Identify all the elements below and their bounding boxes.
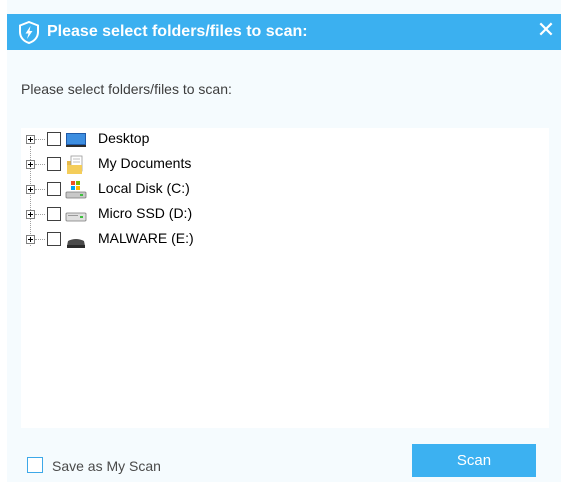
tree-item-malware-e[interactable]: MALWARE (E:) <box>21 228 549 253</box>
shield-icon <box>19 21 39 44</box>
system-drive-icon <box>65 181 87 199</box>
tree-item-label[interactable]: Local Disk (C:) <box>98 180 190 196</box>
title-bar: Please select folders/files to scan: ✕ <box>7 14 561 50</box>
tree-item-micro-ssd-d[interactable]: Micro SSD (D:) <box>21 203 549 228</box>
dialog-title: Please select folders/files to scan: <box>47 23 308 40</box>
documents-folder-icon <box>67 155 83 174</box>
tree-item-checkbox[interactable] <box>47 182 61 196</box>
tree-item-label[interactable]: Micro SSD (D:) <box>98 205 192 221</box>
usb-drive-icon <box>67 239 85 248</box>
tree-item-checkbox[interactable] <box>47 157 61 171</box>
tree-connector <box>35 164 45 165</box>
tree-connector <box>35 139 45 140</box>
desktop-icon <box>66 133 86 147</box>
tree-item-checkbox[interactable] <box>47 207 61 221</box>
tree-connector <box>35 214 45 215</box>
tree-item-checkbox[interactable] <box>47 232 61 246</box>
tree-item-my-documents[interactable]: My Documents <box>21 153 549 178</box>
tree-item-label[interactable]: MALWARE (E:) <box>98 230 194 246</box>
tree-item-desktop[interactable]: Desktop <box>21 128 549 246</box>
removable-drive-icon <box>65 212 87 222</box>
expand-toggle-icon[interactable] <box>26 235 35 244</box>
expand-toggle-icon[interactable] <box>26 185 35 194</box>
expand-toggle-icon[interactable] <box>26 160 35 169</box>
tree-connector <box>35 189 45 190</box>
save-as-my-scan-checkbox[interactable] <box>27 457 43 473</box>
tree-item-label[interactable]: My Documents <box>98 155 191 171</box>
tree-item-checkbox[interactable] <box>47 132 61 146</box>
scan-dialog: Please select folders/files to scan: ✕ P… <box>7 0 561 482</box>
close-button[interactable]: ✕ <box>535 20 557 42</box>
tree-item-local-disk-c[interactable]: Local Disk (C:) <box>21 178 549 203</box>
scan-button[interactable]: Scan <box>412 444 536 477</box>
tree-connector <box>35 239 45 240</box>
expand-toggle-icon[interactable] <box>26 135 35 144</box>
save-as-my-scan-label[interactable]: Save as My Scan <box>52 458 161 474</box>
tree-item-label[interactable]: Desktop <box>98 130 149 146</box>
expand-toggle-icon[interactable] <box>26 210 35 219</box>
instruction-text: Please select folders/files to scan: <box>21 81 232 97</box>
folder-tree: Desktop My Documents Local Disk (C:) Mic… <box>21 128 549 428</box>
